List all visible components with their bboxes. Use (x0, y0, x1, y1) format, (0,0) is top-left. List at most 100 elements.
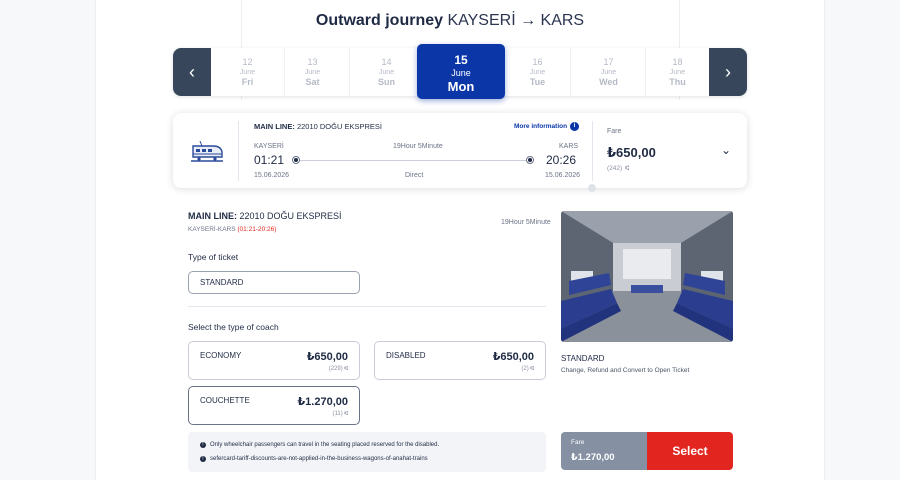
pointer-dot (588, 184, 596, 192)
date-weekday: Tue (529, 77, 546, 87)
fare-price: ₺650,00 (607, 145, 656, 160)
date-item[interactable]: 17 June Wed (572, 48, 646, 96)
title-text: Outward journey (315, 12, 444, 29)
destination-station: KARS (559, 143, 579, 150)
date-item[interactable]: 16 June Tue (505, 48, 571, 96)
date-number: 18 (672, 57, 683, 67)
divider (188, 306, 546, 307)
detail-route-text: KAYSERİ-KARS (188, 226, 236, 233)
coach-price: ₺650,00 (306, 351, 348, 363)
coach-name: COUCHETTE (200, 396, 250, 405)
coach-seat-count: (229) ⑆ (329, 366, 348, 372)
coach-count-text: (2) (521, 366, 529, 372)
date-number: 15 (454, 53, 468, 67)
coach-option-economy[interactable]: ECONOMY ₺650,00 (229) ⑆ (188, 341, 360, 380)
detail-line-name: 22010 DOĞU EKSPRESİ (239, 211, 342, 221)
coach-photo (561, 211, 733, 342)
journey-duration: 19Hour 5Minute (393, 143, 443, 150)
total-fare-value: ₺1.270,00 (571, 452, 615, 463)
detail-times: (01:21-20:26) (237, 226, 277, 233)
more-info-text: More information (514, 123, 568, 130)
chevron-left-icon: ‹ (189, 61, 195, 82)
detail-route: KAYSERİ-KARS (01:21-20:26) (188, 226, 276, 233)
date-weekday: Sat (305, 77, 320, 87)
more-info-link[interactable]: More information i (514, 122, 580, 131)
note-text: sefercard-tariff-discounts-are-not-appli… (210, 456, 428, 462)
date-month: June (451, 68, 471, 78)
chevron-down-icon[interactable]: ⌄ (721, 143, 731, 157)
detail-line: MAIN LINE: 22010 DOĞU EKSPRESİ (188, 211, 342, 221)
route-text: KAYSERİ → KARS (447, 12, 585, 29)
divider (238, 121, 239, 181)
coach-price: ₺650,00 (492, 351, 534, 363)
seat-icon: ⑆ (625, 165, 630, 172)
photo-title: STANDARD (561, 354, 605, 363)
photo-description: Change, Refund and Convert to Open Ticke… (561, 367, 690, 374)
date-item-selected[interactable]: 15 June Mon (417, 44, 505, 99)
route-line (300, 160, 526, 161)
departure-dot-center (294, 158, 298, 162)
date-month: June (239, 69, 256, 76)
detail-line-label: MAIN LINE: (188, 211, 237, 221)
prev-date-button[interactable]: ‹ (173, 48, 211, 96)
info-icon: ! (200, 442, 206, 448)
journey-type: Direct (405, 172, 424, 179)
train-line: MAIN LINE: 22010 DOĞU EKSPRESİ (254, 122, 382, 131)
date-weekday: Wed (599, 77, 618, 87)
date-month: June (304, 69, 321, 76)
date-weekday: Sun (378, 77, 395, 87)
date-item[interactable]: 13 June Sat (276, 48, 350, 96)
coach-count-text: (11) (332, 411, 343, 417)
date-number: 17 (603, 57, 614, 67)
date-month: June (600, 69, 617, 76)
date-item[interactable]: 14 June Sun (350, 48, 424, 96)
coach-name: ECONOMY (200, 351, 242, 360)
info-icon: ! (200, 456, 206, 462)
line-label: MAIN LINE: (254, 122, 295, 131)
departure-date: 15.06.2026 (254, 172, 290, 179)
select-button[interactable]: Select (647, 432, 733, 470)
date-item[interactable]: 12 June Fri (211, 48, 285, 96)
note-text: Only wheelchair passengers can travel in… (210, 442, 440, 448)
coach-seat-count: (2) ⑆ (521, 366, 534, 372)
date-number: 14 (381, 57, 392, 67)
note-item: ! Only wheelchair passengers can travel … (200, 442, 439, 448)
line-name: 22010 DOĞU EKSPRESİ (296, 122, 382, 131)
seat-icon: ⑆ (344, 411, 348, 417)
coach-option-disabled[interactable]: DISABLED ₺650,00 (2) ⑆ (374, 341, 546, 380)
date-weekday: Mon (447, 79, 475, 94)
date-weekday: Thu (669, 77, 686, 87)
arrival-dot-center (528, 158, 532, 162)
coach-price: ₺1.270,00 (297, 396, 348, 408)
ticket-type-select[interactable]: STANDARD (188, 271, 360, 294)
train-icon (190, 137, 224, 165)
date-item[interactable]: 18 June Thu (646, 48, 709, 96)
date-month: June (378, 69, 395, 76)
seat-count-text: (242) (607, 165, 623, 172)
select-button-label: Select (672, 444, 708, 458)
total-fare-label: Fare (571, 439, 585, 446)
page-title: Outward journey KAYSERİ → KARS (0, 12, 900, 30)
info-icon: i (570, 122, 580, 131)
fare-label: Fare (607, 128, 622, 135)
info-notes: ! Only wheelchair passengers can travel … (188, 432, 546, 472)
coach-option-couchette[interactable]: COUCHETTE ₺1.270,00 (11) ⑆ (188, 386, 360, 425)
total-fare: Fare ₺1.270,00 (561, 432, 647, 470)
seat-icon: ⑆ (530, 366, 534, 372)
chevron-right-icon: › (725, 61, 731, 82)
coach-count-text: (229) (328, 366, 343, 372)
origin-station: KAYSERİ (254, 143, 284, 150)
date-number: 13 (307, 57, 318, 67)
coach-seat-count: (11) ⑆ (332, 411, 348, 417)
ticket-type-heading: Type of ticket (188, 252, 239, 262)
arrival-date: 15.06.2026 (545, 172, 581, 179)
next-date-button[interactable]: › (709, 48, 747, 96)
date-number: 16 (532, 57, 543, 67)
seat-icon: ⑆ (344, 366, 348, 372)
seat-count: (242) ⑆ (607, 165, 629, 172)
date-month: June (529, 69, 546, 76)
date-month: June (669, 69, 686, 76)
note-item: ! sefercard-tariff-discounts-are-not-app… (200, 456, 428, 462)
date-number: 12 (242, 57, 253, 67)
coach-name: DISABLED (386, 351, 426, 360)
